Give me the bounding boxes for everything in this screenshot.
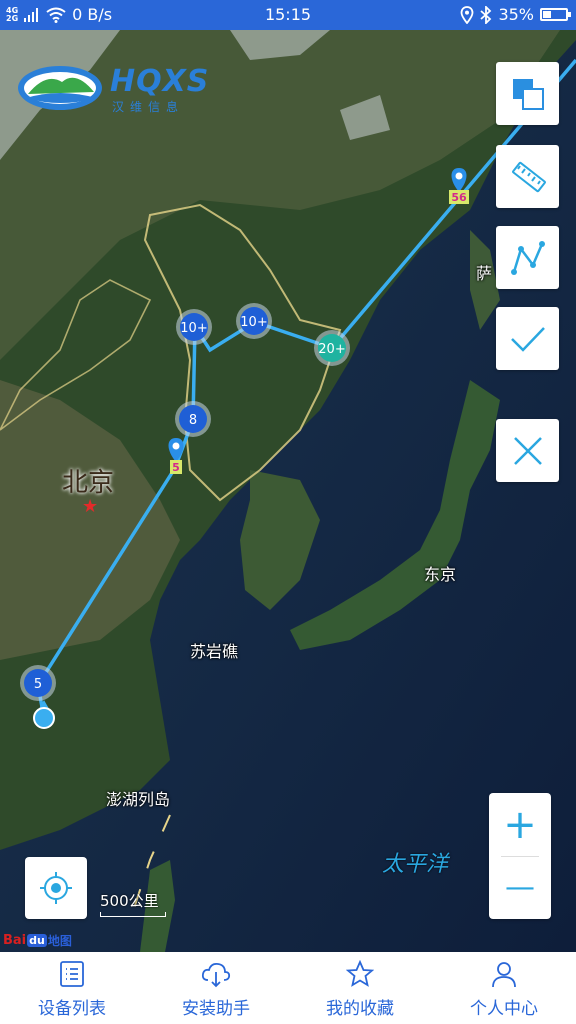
scale-bar: 500公里	[100, 890, 166, 917]
cluster-marker[interactable]: 5	[20, 665, 56, 701]
bluetooth-icon	[480, 5, 492, 24]
cluster-count: 8	[189, 413, 197, 428]
nav-label: 安装助手	[182, 999, 250, 1019]
bottom-nav: 设备列表 安装助手 我的收藏 个人中心	[0, 952, 576, 1024]
cluster-count: 20+	[318, 342, 345, 357]
nav-device-list[interactable]: 设备列表	[0, 952, 144, 1024]
attribution-du: du	[27, 934, 47, 947]
attribution-bai: Bai	[3, 933, 27, 948]
brand-name: HQXS	[110, 64, 210, 99]
nav-label: 设备列表	[38, 999, 106, 1019]
cluster-marker[interactable]: 10+	[236, 303, 272, 339]
polyline-icon	[510, 240, 545, 275]
pin-badge: 5	[172, 461, 180, 474]
zoom-in-button[interactable]: +	[489, 793, 551, 856]
device-list-icon	[60, 961, 84, 987]
map-label-suyan-reef: 苏岩礁	[190, 642, 239, 661]
pin-badge: 56	[451, 191, 467, 204]
logo-emblem-icon	[18, 66, 102, 110]
crosshair-icon	[40, 872, 72, 904]
cluster-marker[interactable]: 10+	[176, 309, 212, 345]
cluster-count: 10+	[240, 315, 267, 330]
cloud-icon	[201, 962, 231, 988]
cancel-button[interactable]	[496, 419, 559, 482]
map-label-pacific: 太平洋	[382, 852, 449, 877]
measure-distance-button[interactable]	[496, 145, 559, 208]
locate-button[interactable]	[25, 857, 87, 919]
confirm-button[interactable]	[496, 307, 559, 370]
map-label-beijing: 北京	[62, 468, 115, 498]
cluster-count: 5	[34, 677, 42, 692]
brand-tagline: 汉维信息	[112, 100, 185, 114]
capital-star-icon: ★	[82, 496, 99, 517]
scale-line	[100, 912, 166, 917]
nav-install-assistant[interactable]: 安装助手	[144, 952, 288, 1024]
map-label-tokyo: 东京	[424, 565, 457, 584]
map-label-penghu: 澎湖列岛	[106, 790, 171, 809]
zoom-control: + —	[489, 793, 551, 919]
cluster-marker[interactable]: 8	[175, 401, 211, 437]
layers-icon	[512, 78, 544, 110]
star-icon	[346, 960, 374, 987]
nav-label: 我的收藏	[326, 999, 394, 1019]
cluster-marker[interactable]: 20+	[314, 330, 350, 366]
battery-percent: 35%	[498, 5, 534, 24]
location-icon	[461, 5, 474, 24]
attribution-map: 地图	[47, 934, 72, 948]
draw-track-button[interactable]	[496, 226, 559, 289]
map-label-sakhalin: 萨	[476, 264, 493, 283]
status-bar: 4G 2G 0 B/s 15:15 35%	[0, 0, 576, 30]
brand-logo: HQXS 汉维信息	[16, 58, 216, 116]
nav-label: 个人中心	[470, 999, 538, 1019]
check-icon	[510, 326, 545, 352]
person-icon	[492, 962, 516, 988]
close-icon	[513, 436, 542, 465]
nav-favorites[interactable]: 我的收藏	[288, 952, 432, 1024]
battery-icon	[540, 8, 571, 21]
nav-profile[interactable]: 个人中心	[432, 952, 576, 1024]
zoom-out-button[interactable]: —	[489, 856, 551, 919]
ruler-icon	[511, 161, 546, 192]
map-attribution: Bai du 地图	[3, 932, 72, 949]
cluster-count: 10+	[180, 321, 207, 336]
scale-label: 500公里	[100, 892, 159, 910]
layers-button[interactable]	[496, 62, 559, 125]
